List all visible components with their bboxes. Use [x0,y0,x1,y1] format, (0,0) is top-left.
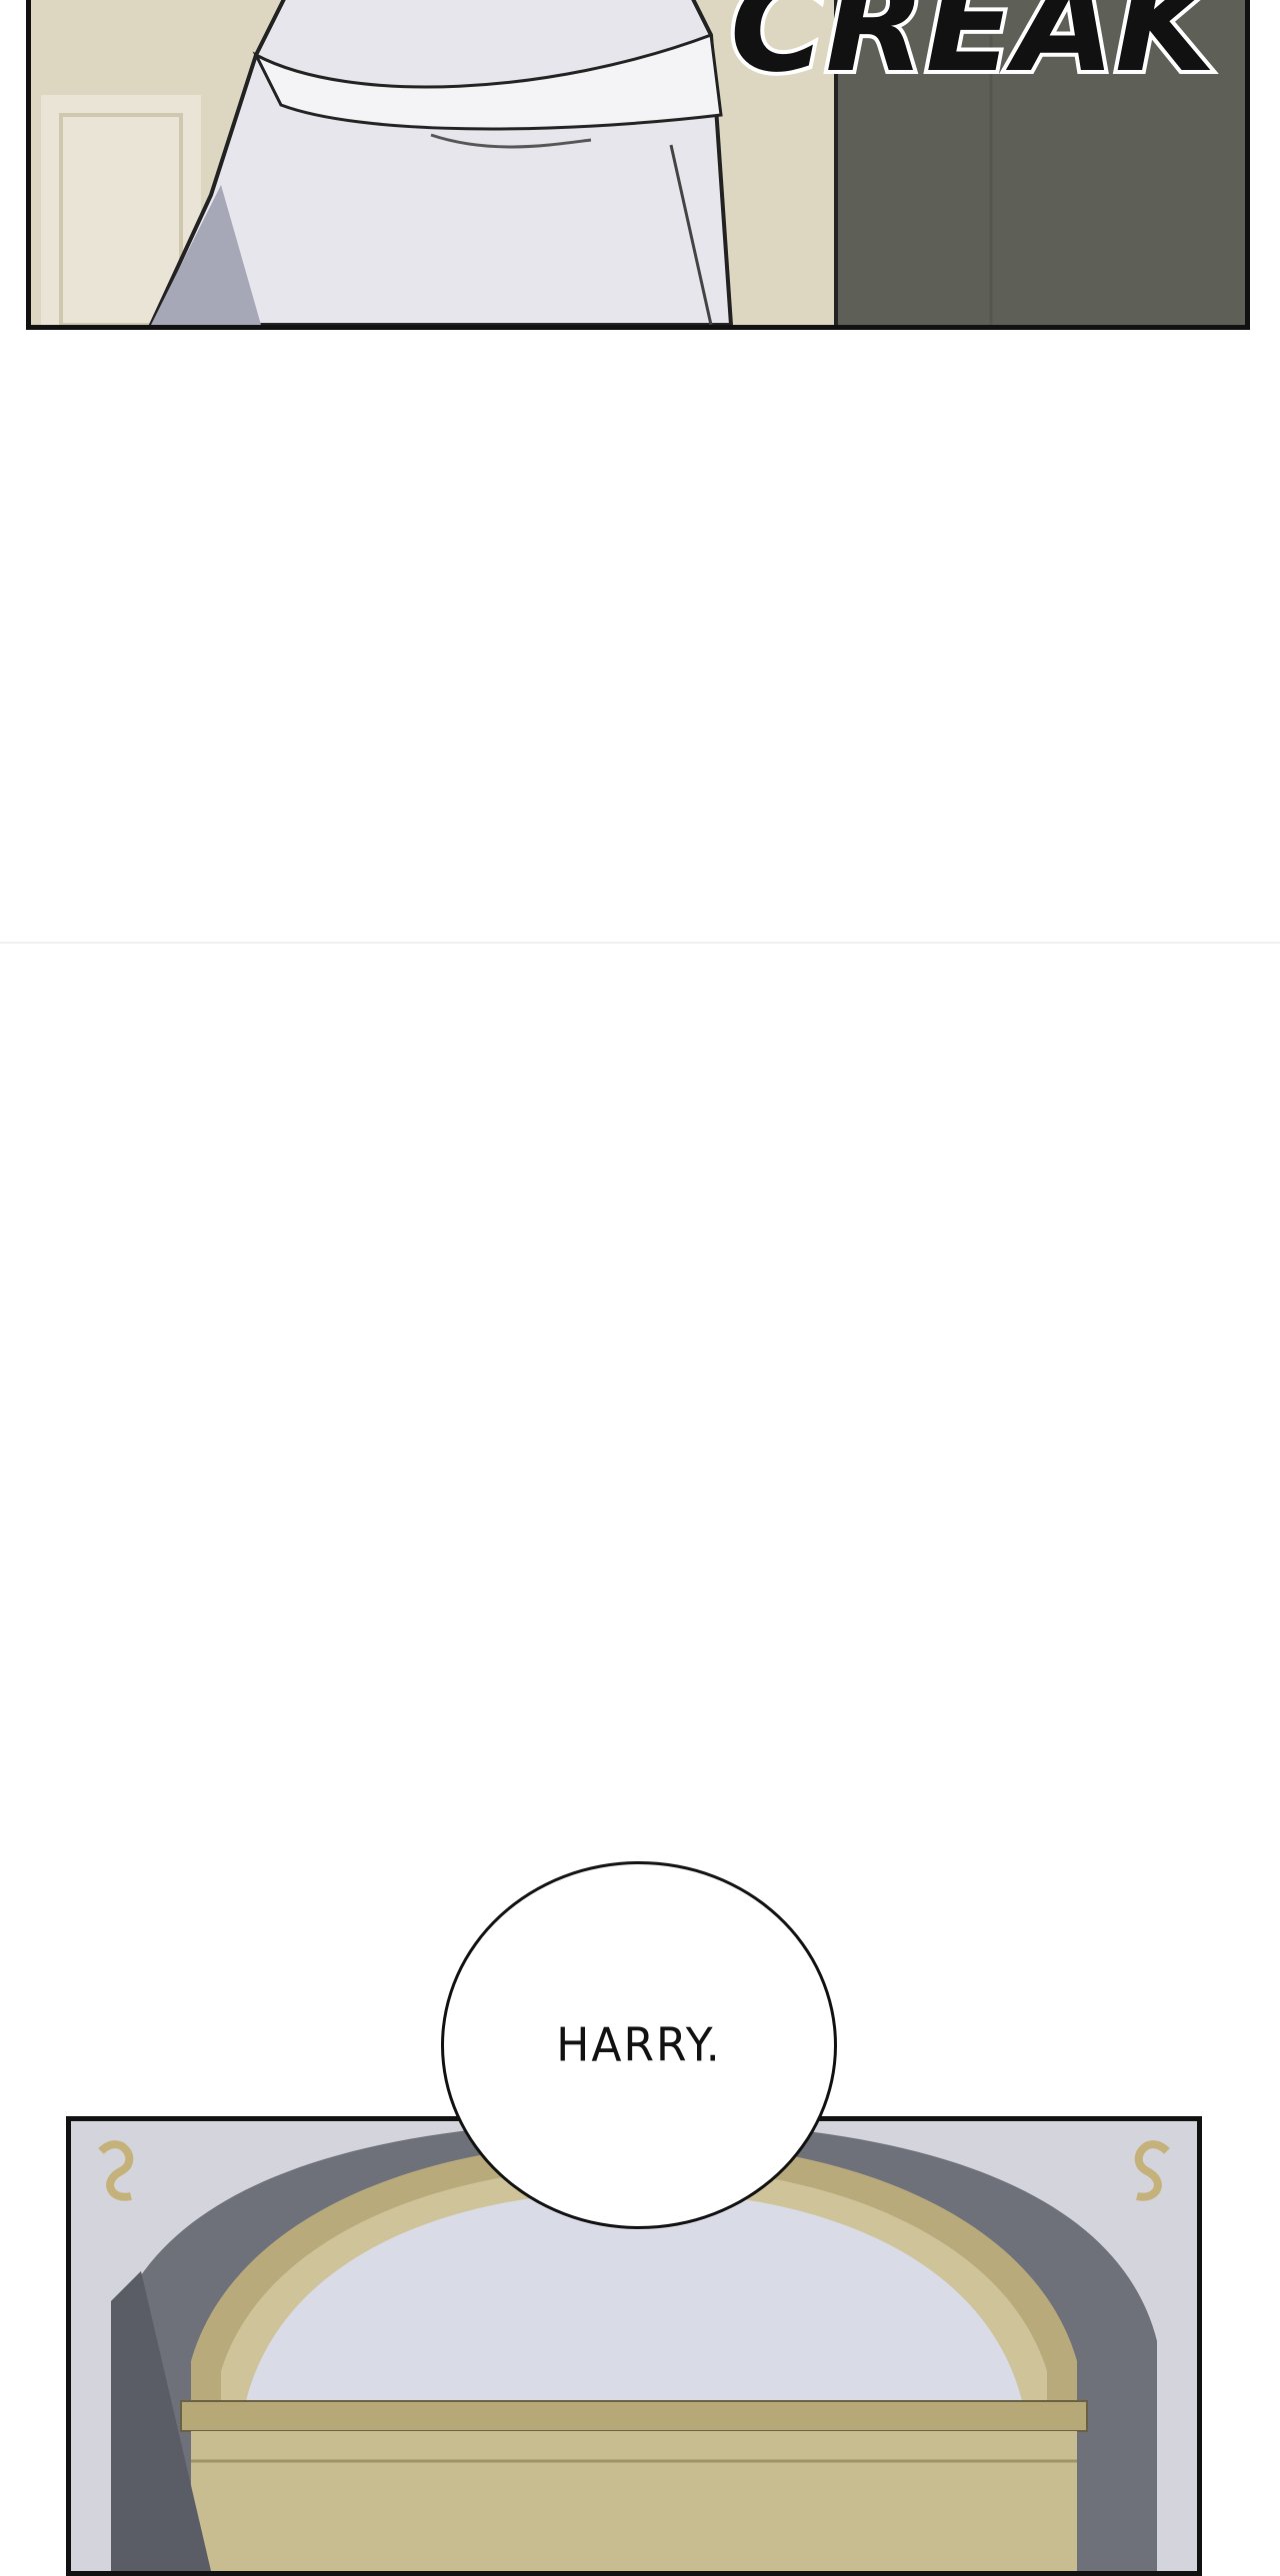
speech-bubble-text: HARRY. [556,2018,722,2072]
sound-effect-text: CREAK [730,0,1220,100]
speech-bubble: HARRY. [441,1861,837,2229]
lintel [191,2431,1077,2571]
sound-effect: CREAK [726,0,1220,100]
page-divider [0,942,1280,944]
